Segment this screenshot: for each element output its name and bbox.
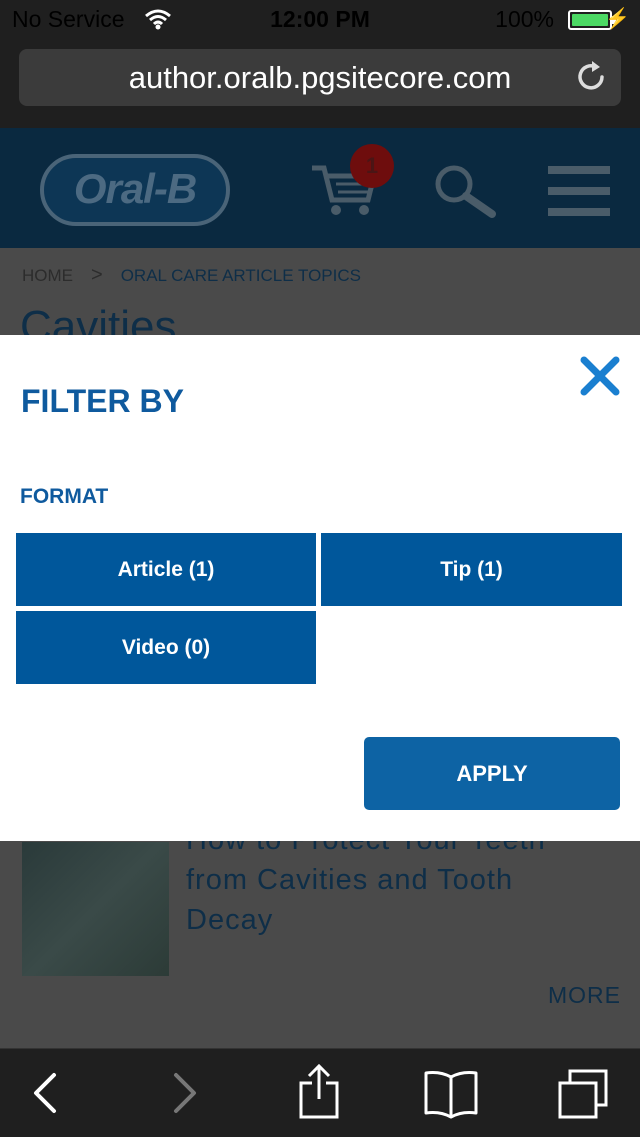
forward-icon[interactable] — [170, 1071, 200, 1115]
breadcrumb: HOME > ORAL CARE ARTICLE TOPICS — [22, 264, 361, 287]
apply-button[interactable]: APPLY — [364, 737, 620, 810]
cart-count-badge: 1 — [350, 144, 394, 188]
filter-option-article[interactable]: Article (1) — [16, 533, 316, 606]
article-thumbnail[interactable] — [22, 842, 169, 976]
filter-option-video[interactable]: Video (0) — [16, 611, 316, 684]
breadcrumb-topic[interactable]: ORAL CARE ARTICLE TOPICS — [121, 266, 361, 285]
bookmarks-icon[interactable] — [422, 1069, 480, 1119]
back-icon[interactable] — [30, 1071, 60, 1115]
share-icon[interactable] — [296, 1063, 342, 1121]
filter-option-tip[interactable]: Tip (1) — [321, 533, 622, 606]
charging-bolt-icon: ⚡ — [605, 8, 630, 30]
close-icon[interactable] — [578, 356, 622, 396]
oral-b-logo[interactable]: Oral-B — [40, 154, 230, 226]
reload-icon[interactable] — [572, 58, 610, 96]
more-link[interactable]: MORE — [548, 982, 621, 1009]
tabs-icon[interactable] — [556, 1067, 610, 1121]
filter-title: FILTER BY — [21, 383, 184, 419]
format-section-label: FORMAT — [20, 485, 109, 508]
breadcrumb-separator: > — [91, 264, 103, 286]
battery-percentage: 100% — [495, 6, 554, 32]
hamburger-menu-icon[interactable] — [548, 166, 610, 216]
breadcrumb-home[interactable]: HOME — [22, 266, 73, 285]
browser-toolbar — [0, 1048, 640, 1137]
search-icon[interactable] — [432, 164, 498, 218]
url-text[interactable]: author.oralb.pgsitecore.com — [19, 49, 621, 106]
